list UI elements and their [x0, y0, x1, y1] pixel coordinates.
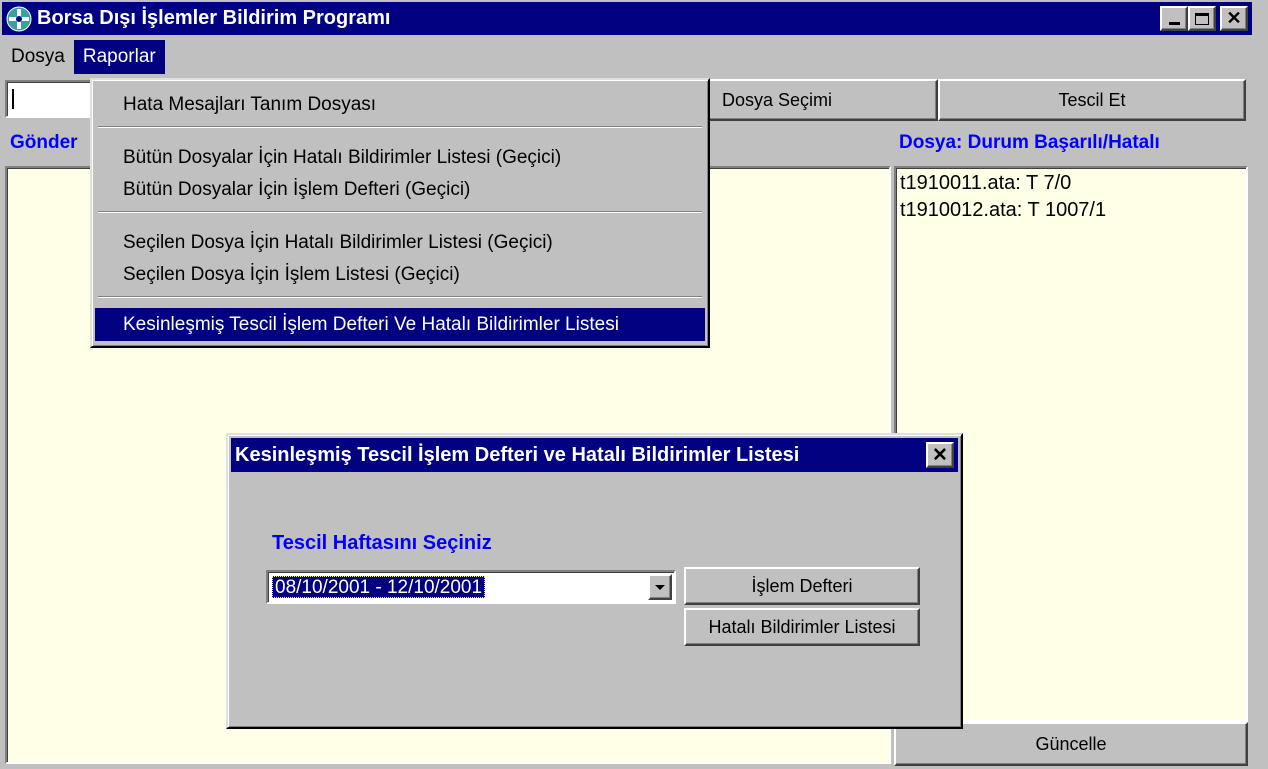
menu-item-all-files-error-list[interactable]: Bütün Dosyalar İçin Hatalı Bildirimler L…: [95, 141, 705, 174]
menu-separator: [98, 296, 702, 298]
menu-separator: [98, 211, 702, 213]
list-item[interactable]: t1910011.ata: T 7/0: [900, 170, 1242, 197]
error-list-button[interactable]: Hatalı Bildirimler Listesi: [684, 608, 920, 646]
chevron-down-icon: [655, 584, 665, 590]
register-button[interactable]: Tescil Et: [938, 79, 1246, 121]
app-icon: [6, 6, 32, 32]
maximize-icon: [1195, 12, 1209, 25]
text-caret: [12, 89, 14, 109]
dialog-title: Kesinleşmiş Tescil İşlem Defteri ve Hata…: [235, 443, 800, 466]
week-select-value: 08/10/2001 - 12/10/2001: [272, 576, 486, 598]
menu-separator: [98, 126, 702, 128]
title-bar: Borsa Dışı İşlemler Bildirim Programı ✕: [2, 2, 1252, 35]
left-panel-label: Gönder: [10, 132, 78, 153]
ledger-button[interactable]: İşlem Defteri: [684, 567, 920, 605]
menu-item-selected-file-error-list[interactable]: Seçilen Dosya İçin Hatalı Bildirimler Li…: [95, 226, 705, 259]
menu-item-selected-file-transaction-list[interactable]: Seçilen Dosya İçin İşlem Listesi (Geçici…: [95, 258, 705, 291]
close-icon: ✕: [1226, 8, 1242, 28]
dialog-title-bar: Kesinleşmiş Tescil İşlem Defteri ve Hata…: [231, 438, 958, 472]
maximize-button[interactable]: [1188, 6, 1216, 31]
menu-item-finalized-ledger-and-errors[interactable]: Kesinleşmiş Tescil İşlem Defteri Ve Hata…: [95, 308, 705, 341]
finalized-report-dialog: Kesinleşmiş Tescil İşlem Defteri ve Hata…: [226, 433, 963, 729]
close-icon: ✕: [932, 444, 948, 466]
dialog-close-button[interactable]: ✕: [926, 442, 954, 468]
menu-raporlar[interactable]: Raporlar: [73, 40, 165, 74]
menu-item-error-messages-file[interactable]: Hata Mesajları Tanım Dosyası: [95, 88, 705, 121]
menu-item-all-files-ledger[interactable]: Bütün Dosyalar İçin İşlem Defteri (Geçic…: [95, 173, 705, 206]
week-prompt-label: Tescil Haftasını Seçiniz: [272, 532, 492, 554]
window-title: Borsa Dışı İşlemler Bildirim Programı: [37, 7, 391, 29]
menu-dosya[interactable]: Dosya: [2, 40, 74, 74]
file-status-list: t1910011.ata: T 7/0 t1910012.ata: T 1007…: [896, 168, 1246, 226]
week-select[interactable]: 08/10/2001 - 12/10/2001: [266, 570, 676, 604]
reports-dropdown-menu: Hata Mesajları Tanım Dosyası Bütün Dosya…: [90, 78, 710, 348]
minimize-icon: [1168, 22, 1180, 25]
file-path-input[interactable]: [5, 80, 93, 118]
right-panel-label: Dosya: Durum Başarılı/Hatalı: [899, 132, 1160, 153]
minimize-button[interactable]: [1160, 6, 1188, 31]
file-select-button[interactable]: Dosya Seçimi: [706, 79, 938, 121]
list-item[interactable]: t1910012.ata: T 1007/1: [900, 197, 1242, 224]
week-select-dropdown-button[interactable]: [648, 574, 672, 600]
close-button[interactable]: ✕: [1220, 6, 1248, 31]
menu-bar: Dosya Raporlar: [2, 40, 165, 74]
